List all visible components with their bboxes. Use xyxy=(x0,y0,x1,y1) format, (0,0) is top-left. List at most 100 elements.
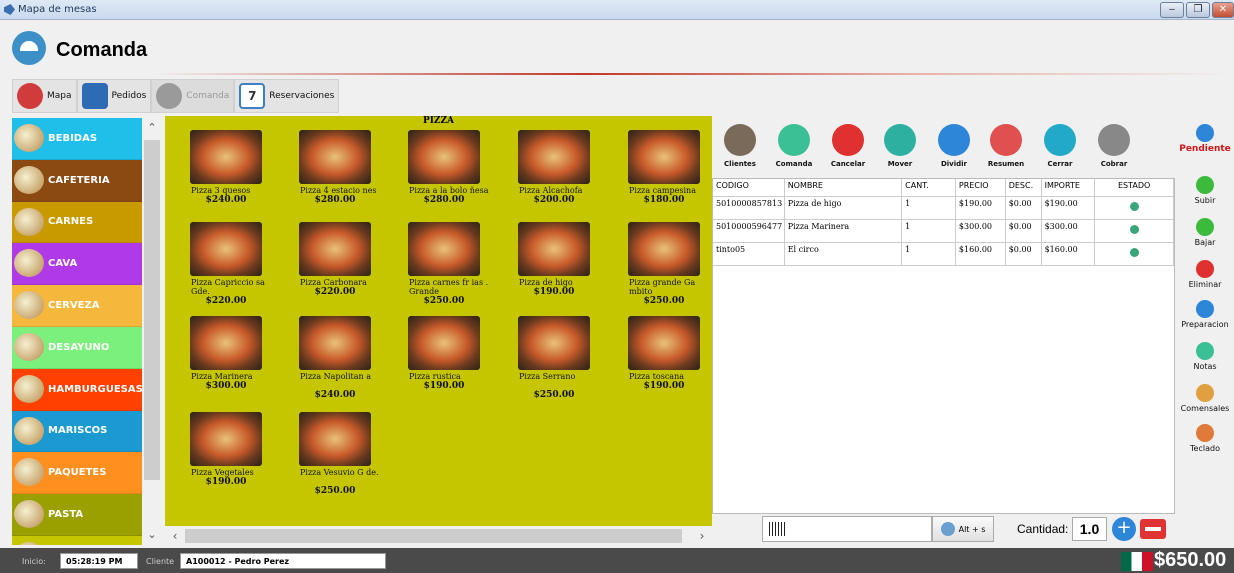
category-image xyxy=(14,124,44,152)
product-image xyxy=(518,130,590,184)
clientes-button[interactable]: Clientes xyxy=(714,118,766,168)
pendiente-button[interactable]: Pendiente xyxy=(1176,124,1234,154)
product-price: $280.00 xyxy=(314,195,356,205)
cell-estado xyxy=(1095,197,1174,219)
product-item[interactable]: Pizza campesina $180.00 xyxy=(617,130,711,205)
cell-cant: 1 xyxy=(902,220,956,242)
quantity-input[interactable]: 1.0 xyxy=(1072,517,1107,541)
status-bar: Inicio: 05:28:19 PM Cliente A100012 - Pe… xyxy=(0,548,1234,573)
product-item[interactable]: Pizza Carbonara $220.00 xyxy=(288,222,382,297)
window-titlebar: Mapa de mesas ‒ ❐ ✕ xyxy=(0,0,1234,20)
col-precio: PRECIO xyxy=(956,179,1006,196)
cerrar-button[interactable]: Cerrar xyxy=(1034,118,1086,168)
product-hscrollbar[interactable]: ‹ › xyxy=(165,526,712,546)
category-pasta[interactable]: PASTA xyxy=(12,494,142,536)
bajar-button[interactable]: Bajar xyxy=(1176,218,1234,247)
product-name: Pizza Serrano xyxy=(519,372,576,381)
cloche-icon xyxy=(12,31,46,65)
product-price: $220.00 xyxy=(205,296,247,306)
scroll-right-icon[interactable]: › xyxy=(692,526,712,546)
comanda-button[interactable]: Comanda xyxy=(768,118,820,168)
product-item[interactable]: Pizza de higo $190.00 xyxy=(507,222,601,297)
scroll-thumb[interactable] xyxy=(144,140,160,480)
product-image xyxy=(628,316,700,370)
product-name: Pizza campesina xyxy=(629,186,696,195)
product-item[interactable]: Pizza Serrano $250.00 xyxy=(507,316,601,400)
product-item[interactable]: Pizza a la bolo ñesa $280.00 xyxy=(397,130,491,205)
comensales-button[interactable]: Comensales xyxy=(1176,384,1234,413)
cell-estado xyxy=(1095,243,1174,265)
col-desc: DESC. xyxy=(1006,179,1042,196)
product-item[interactable]: Pizza 4 estacio nes $280.00 xyxy=(288,130,382,205)
product-item[interactable]: Pizza carnes fr ias . Grande $250.00 xyxy=(397,222,491,306)
receipt-icon xyxy=(990,124,1022,156)
restore-button[interactable]: ❐ xyxy=(1186,2,1210,18)
table-row[interactable]: tinto05 El circo 1 $160.00 $0.00 $160.00 xyxy=(713,243,1174,266)
cell-codigo: 5010000857813 xyxy=(713,197,785,219)
category-pizza[interactable]: PIZZA xyxy=(12,535,142,545)
resumen-button[interactable]: Resumen xyxy=(980,118,1032,168)
search-button[interactable]: Alt + s xyxy=(932,516,994,542)
cell-importe: $300.00 xyxy=(1042,220,1096,242)
category-carnes[interactable]: CARNES xyxy=(12,201,142,244)
preparacion-button[interactable]: Preparacion xyxy=(1176,300,1234,329)
plus-button[interactable]: + xyxy=(1112,517,1136,541)
category-image xyxy=(14,249,44,278)
product-item[interactable]: Pizza rustica $190.00 xyxy=(397,316,491,391)
product-item[interactable]: Pizza 3 quesos $240.00 xyxy=(179,130,273,205)
tab-reservaciones[interactable]: 7 Reservaciones xyxy=(234,79,340,113)
category-scrollbar[interactable]: ⌃ ⌄ xyxy=(142,118,162,545)
app-icon xyxy=(4,4,15,15)
teclado-button[interactable]: Teclado xyxy=(1176,424,1234,453)
product-item[interactable]: Pizza Capriccio sa Gde. $220.00 xyxy=(179,222,273,306)
dividir-button[interactable]: Dividir xyxy=(928,118,980,168)
product-item[interactable]: Pizza Vegetales $190.00 xyxy=(179,412,273,487)
action-label: Mover xyxy=(887,160,913,168)
cell-desc: $0.00 xyxy=(1006,220,1042,242)
window-title: Mapa de mesas xyxy=(18,4,97,15)
product-item[interactable]: Pizza Marinera $300.00 xyxy=(179,316,273,391)
product-item[interactable]: Pizza toscana $190.00 xyxy=(617,316,711,391)
product-item[interactable]: Pizza grande Ga mbito $250.00 xyxy=(617,222,711,306)
category-paquetes[interactable]: PAQUETES xyxy=(12,452,142,495)
subir-button[interactable]: Subir xyxy=(1176,176,1234,205)
page-title: Comanda xyxy=(56,39,148,61)
scroll-down-icon[interactable]: ⌄ xyxy=(142,525,162,545)
product-name: Pizza de higo xyxy=(519,278,573,287)
category-cerveza[interactable]: CERVEZA xyxy=(12,285,142,327)
product-item[interactable]: Pizza Alcachofa $200.00 xyxy=(507,130,601,205)
minus-button[interactable] xyxy=(1140,519,1166,539)
category-bebidas[interactable]: BEBIDAS xyxy=(12,118,142,160)
category-desayuno[interactable]: DESAYUNO xyxy=(12,326,142,369)
eliminar-button[interactable]: Eliminar xyxy=(1176,260,1234,289)
close-button[interactable]: ✕ xyxy=(1212,2,1234,18)
category-cafeteria[interactable]: CAFETERIA xyxy=(12,159,142,202)
cobrar-button[interactable]: Cobrar xyxy=(1088,118,1140,168)
product-item[interactable]: Pizza Napolitan a $240.00 xyxy=(288,316,382,400)
table-row[interactable]: 5010000857813 Pizza de higo 1 $190.00 $0.00 $… xyxy=(713,197,1174,220)
product-image xyxy=(190,412,262,466)
cell-desc: $0.00 xyxy=(1006,197,1042,219)
cancelar-button[interactable]: Cancelar xyxy=(822,118,874,168)
cliente-field[interactable]: A100012 - Pedro Perez xyxy=(180,553,386,569)
table-row[interactable]: 5010000596477 Pizza Marinera 1 $300.00 $0.00… xyxy=(713,220,1174,243)
product-item[interactable]: Pizza Vesuvio G de. $250.00 xyxy=(288,412,382,496)
scroll-up-icon[interactable]: ⌃ xyxy=(142,118,162,138)
scroll-thumb[interactable] xyxy=(185,529,682,543)
arrow-up-icon xyxy=(1196,176,1214,194)
category-mariscos[interactable]: MARISCOS xyxy=(12,410,142,453)
tab-comanda[interactable]: Comanda xyxy=(151,79,235,113)
mover-button[interactable]: Mover xyxy=(874,118,926,168)
tab-pedidos[interactable]: Pedidos xyxy=(76,79,152,113)
tab-mapa[interactable]: Mapa xyxy=(12,79,77,113)
product-name: Pizza Capriccio sa Gde. xyxy=(191,278,265,296)
scroll-left-icon[interactable]: ‹ xyxy=(165,526,185,546)
minimize-button[interactable]: ‒ xyxy=(1160,2,1184,18)
barcode-input[interactable] xyxy=(762,516,932,542)
cell-codigo: 5010000596477 xyxy=(713,220,785,242)
category-label: CERVEZA xyxy=(48,300,100,312)
category-hamburguesas[interactable]: HAMBURGUESAS xyxy=(12,368,142,411)
notas-button[interactable]: Notas xyxy=(1176,342,1234,371)
category-cava[interactable]: CAVA xyxy=(12,243,142,286)
location-pin-icon xyxy=(17,83,43,109)
